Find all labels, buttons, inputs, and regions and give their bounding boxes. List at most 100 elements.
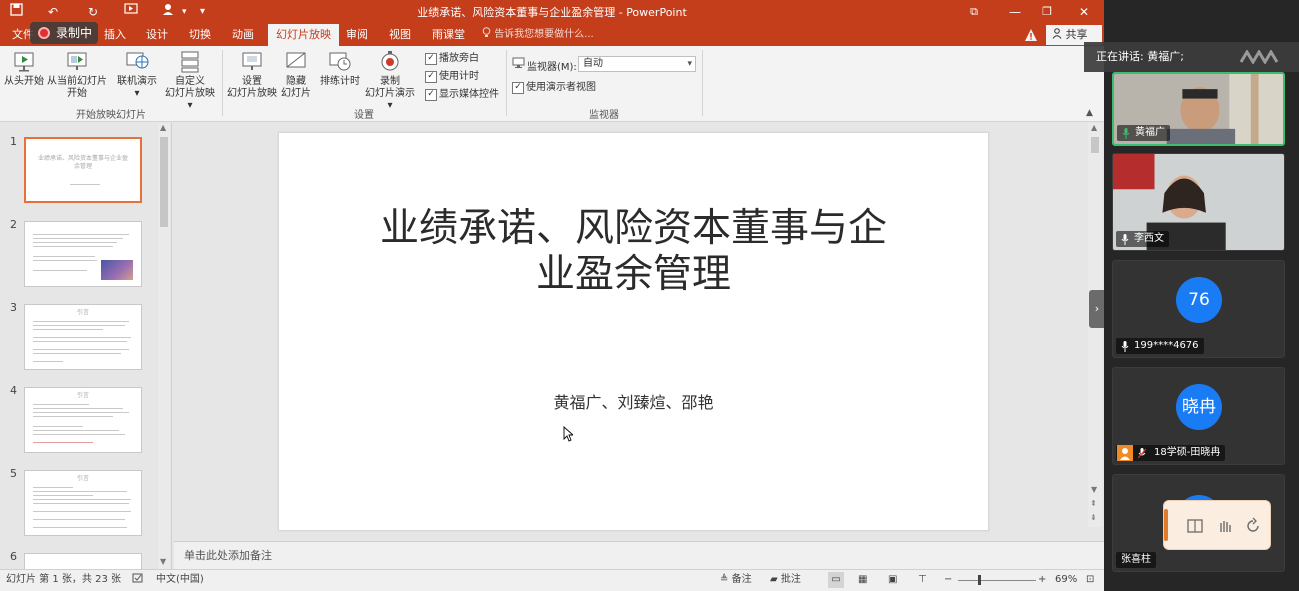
tab-rain-classroom[interactable]: 雨课堂	[426, 24, 471, 46]
scroll-down-icon[interactable]: ▼	[160, 557, 166, 566]
normal-view-icon[interactable]: ▭	[828, 572, 844, 588]
fit-to-window-icon[interactable]: ⊡	[1086, 570, 1094, 590]
play-narration-checkbox[interactable]: 播放旁白	[425, 52, 479, 66]
powerpoint-window: ↶ ↻ ▾ ▾ 业绩承诺、风险资本董事与企业盈余管理 - PowerPoint …	[0, 0, 1104, 591]
custom-slideshow-button[interactable]: 自定义 幻灯片放映 ▾	[162, 50, 218, 112]
tab-review[interactable]: 审阅	[340, 24, 374, 46]
from-beginning-button[interactable]: 从头开始	[4, 50, 44, 88]
setup-icon	[242, 52, 262, 70]
ribbon-display-icon[interactable]: ⧉	[963, 2, 985, 22]
participant-name: 黄福广	[1117, 125, 1170, 141]
slide-thumbnail-5[interactable]: 引言	[24, 470, 142, 536]
warning-icon[interactable]	[1024, 28, 1038, 42]
custom-slideshow-icon	[181, 51, 199, 73]
participant-name: 199****4676	[1116, 338, 1204, 354]
person-icon	[1052, 28, 1062, 39]
monitor-dropdown[interactable]: 自动	[578, 56, 696, 72]
participant-tile-1[interactable]: 黄福广	[1112, 72, 1285, 146]
rehearse-timings-button[interactable]: 排练计时	[318, 50, 362, 88]
close-button[interactable]: ✕	[1073, 2, 1095, 22]
slide-thumbnail-3[interactable]: 引言	[24, 304, 142, 370]
floating-toolbar-widget[interactable]	[1163, 500, 1271, 550]
monitor-icon	[512, 57, 525, 68]
participant-name: 18学硕-田晓冉	[1116, 445, 1226, 461]
title-bar: ↶ ↻ ▾ ▾ 业绩承诺、风险资本董事与企业盈余管理 - PowerPoint …	[0, 0, 1104, 24]
slide-sorter-icon[interactable]: ▦	[858, 570, 867, 590]
slide-thumbnail-2[interactable]	[24, 221, 142, 287]
hide-slide-button[interactable]: 隐藏 幻灯片	[280, 50, 312, 100]
from-current-slide-button[interactable]: 从当前幻灯片 开始	[46, 50, 108, 100]
scrollbar-thumb[interactable]	[160, 137, 168, 227]
zoom-level[interactable]: 69%	[1055, 570, 1077, 590]
thumbnail-scrollbar[interactable]: ▲ ▼	[158, 123, 170, 569]
panel-toggle-chevron-icon[interactable]: ›	[1089, 290, 1105, 328]
participant-name: 李西文	[1116, 231, 1169, 247]
globe-icon	[126, 52, 149, 69]
restore-button[interactable]: ❐	[1036, 2, 1058, 22]
next-slide-icon[interactable]: ⇟	[1090, 513, 1097, 522]
tab-slideshow[interactable]: 幻灯片放映	[268, 24, 339, 46]
notes-icon: ≜	[720, 574, 729, 585]
current-slide[interactable]: 业绩承诺、风险资本董事与企 业盈余管理 黄福广、刘臻煊、邵艳	[278, 132, 989, 531]
mouse-cursor-icon	[563, 426, 573, 442]
ribbon-tab-bar: 文件 插入 设计 切换 动画 幻灯片放映 审阅 视图 雨课堂 告诉我您想要做什么…	[0, 24, 1104, 46]
thumb-number: 3	[10, 301, 17, 314]
zoom-slider[interactable]	[958, 580, 1036, 581]
present-online-button[interactable]: 联机演示 ▾	[114, 50, 160, 100]
record-slideshow-button[interactable]: 录制 幻灯片演示 ▾	[362, 50, 418, 112]
window-title: 业绩承诺、风险资本董事与企业盈余管理 - PowerPoint	[417, 6, 687, 19]
zoom-out-icon[interactable]: −	[944, 570, 952, 590]
hide-slide-icon	[286, 52, 306, 68]
scroll-up-icon[interactable]: ▲	[1091, 123, 1097, 132]
reading-view-icon[interactable]: ▣	[888, 570, 897, 590]
scroll-up-icon[interactable]: ▲	[160, 123, 166, 132]
mic-muted-icon	[1138, 448, 1146, 459]
setup-slideshow-button[interactable]: 设置 幻灯片放映	[226, 50, 278, 100]
participant-tile-3[interactable]: 76 199****4676	[1112, 260, 1285, 358]
participant-tile-2[interactable]: 李西文	[1112, 153, 1285, 251]
play-from-start-icon	[14, 52, 34, 72]
tab-view[interactable]: 视图	[383, 24, 417, 46]
zoom-slider-knob[interactable]	[978, 575, 981, 585]
slide-title[interactable]: 业绩承诺、风险资本董事与企 业盈余管理	[349, 206, 918, 298]
tab-transitions[interactable]: 切换	[183, 24, 217, 46]
spell-check-icon[interactable]	[132, 570, 144, 590]
show-media-controls-checkbox[interactable]: 显示媒体控件	[425, 88, 499, 102]
previous-slide-icon[interactable]: ⇞	[1090, 499, 1097, 508]
slideshow-view-icon[interactable]: ⊤	[918, 570, 927, 590]
minimize-button[interactable]: —	[1004, 2, 1026, 22]
book-icon[interactable]	[1186, 517, 1204, 535]
participant-tile-4[interactable]: 晓冉 18学硕-田晓冉	[1112, 367, 1285, 465]
tell-me-search[interactable]: 告诉我您想要做什么...	[482, 24, 594, 46]
slide-thumbnail-4[interactable]: 引言	[24, 387, 142, 453]
language-indicator[interactable]: 中文(中国)	[156, 570, 204, 590]
active-speaker-text: 正在讲话: 黄福广;	[1096, 50, 1184, 63]
tab-animations[interactable]: 动画	[226, 24, 260, 46]
scroll-down-icon[interactable]: ▼	[1091, 485, 1097, 494]
collapse-ribbon-icon[interactable]: ▲	[1086, 108, 1093, 118]
notes-pane[interactable]: 单击此处添加备注	[174, 541, 1104, 569]
slide-thumbnail-1[interactable]: 业绩承诺、风险资本董事与企业盈余管理	[24, 137, 142, 203]
group-label-start: 开始放映幻灯片	[76, 110, 146, 121]
active-speaker-banner: 正在讲话: 黄福广;	[1084, 42, 1299, 72]
record-slideshow-icon	[381, 51, 399, 71]
hand-icon[interactable]	[1216, 517, 1234, 535]
refresh-icon[interactable]	[1244, 517, 1262, 535]
scrollbar-thumb[interactable]	[1091, 137, 1099, 153]
notes-toggle[interactable]: ≜ 备注	[720, 570, 752, 590]
zoom-in-icon[interactable]: +	[1038, 570, 1046, 590]
slide-subtitle-authors[interactable]: 黄福广、刘臻煊、邵艳	[279, 389, 988, 413]
monitor-label: 监视器(M):	[527, 62, 577, 73]
participant-name: 张喜柱	[1116, 552, 1156, 568]
widget-handle[interactable]	[1164, 509, 1168, 541]
ribbon: 从头开始 从当前幻灯片 开始 联机演示 ▾ 自定义 幻灯片放映 ▾ 开始放映幻灯…	[0, 46, 1104, 122]
comments-toggle[interactable]: ▰ 批注	[770, 570, 801, 590]
tab-design[interactable]: 设计	[140, 24, 174, 46]
slide-thumbnail-6[interactable]	[24, 553, 142, 569]
group-label-monitors: 监视器	[589, 110, 619, 121]
recording-indicator[interactable]: 录制中	[30, 22, 98, 44]
use-timings-checkbox[interactable]: 使用计时	[425, 70, 479, 84]
slide-editor: 业绩承诺、风险资本董事与企 业盈余管理 黄福广、刘臻煊、邵艳 ▲ ▼ ⇞ ⇟	[174, 123, 1104, 541]
presenter-view-checkbox[interactable]: 使用演示者视图	[512, 81, 596, 95]
tab-insert[interactable]: 插入	[98, 24, 132, 46]
